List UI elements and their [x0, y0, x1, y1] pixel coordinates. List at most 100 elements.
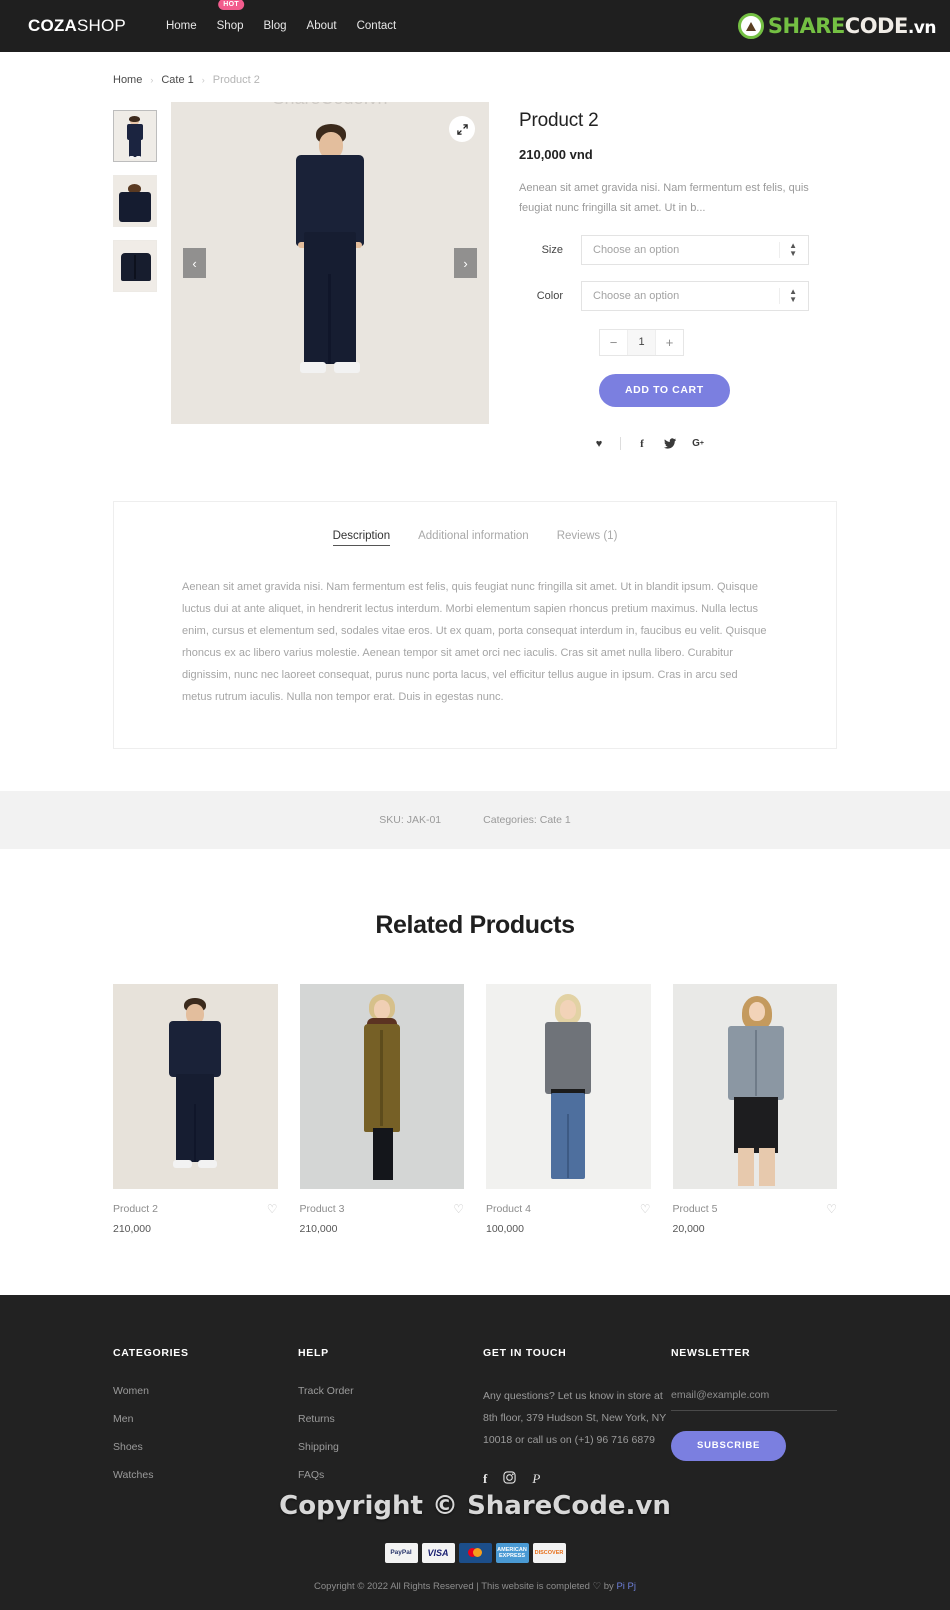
related-product-card[interactable]: Product 5 ♡ 20,000: [672, 983, 837, 1235]
thumbnail-1[interactable]: [113, 110, 157, 162]
footer-link-shipping[interactable]: Shipping: [298, 1441, 483, 1453]
footer-link-watches[interactable]: Watches: [113, 1469, 298, 1481]
product-sku: SKU: JAK-01: [379, 813, 442, 826]
footer-link-men[interactable]: Men: [113, 1413, 298, 1425]
breadcrumb-item-home[interactable]: Home: [113, 74, 142, 86]
watermark-part2: CODE: [844, 14, 909, 38]
related-products-section: Related Products Product 2 ♡ 210,000 Pro…: [0, 849, 950, 1295]
subscribe-button[interactable]: SUBSCRIBE: [671, 1430, 787, 1461]
image-watermark-text: ShareCode.vn: [272, 102, 387, 109]
sharecode-watermark-logo: SHARECODE.vn: [737, 13, 937, 39]
quantity-increase-button[interactable]: +: [656, 329, 683, 355]
related-product-price: 20,000: [672, 1222, 705, 1235]
size-select-value: Choose an option: [593, 243, 680, 256]
mastercard-icon: [458, 1542, 492, 1563]
twitter-icon[interactable]: [656, 435, 684, 453]
product-gallery: ShareCode.vn ‹ ›: [113, 102, 489, 453]
size-select[interactable]: Choose an option ▲ ▼: [581, 234, 809, 265]
footer-link-faqs[interactable]: FAQs: [298, 1469, 483, 1481]
tab-description[interactable]: Description: [332, 530, 391, 546]
footer-bottom: Copyright © ShareCode.vn PayPal VISA AME…: [0, 1491, 950, 1610]
footer-link-returns[interactable]: Returns: [298, 1413, 483, 1425]
nav-item-contact[interactable]: Contact: [357, 14, 397, 38]
nav-label: Home: [165, 20, 197, 32]
quantity-value[interactable]: 1: [627, 329, 656, 355]
related-product-price: 100,000: [486, 1222, 524, 1235]
footer-link-shoes[interactable]: Shoes: [113, 1441, 298, 1453]
related-product-name: Product 2: [113, 1202, 158, 1215]
newsletter-email-input[interactable]: [671, 1388, 837, 1411]
nav-label: Shop: [216, 20, 244, 32]
select-caret-icon: ▲ ▼: [779, 241, 797, 258]
breadcrumb-separator-icon: ›: [150, 75, 154, 85]
facebook-icon[interactable]: f: [628, 435, 656, 453]
expand-icon[interactable]: [449, 116, 475, 142]
footer-categories-title: CATEGORIES: [113, 1346, 189, 1359]
related-product-card[interactable]: Product 4 ♡ 100,000: [486, 983, 651, 1235]
carousel-prev-button[interactable]: ‹: [183, 248, 206, 278]
tab-additional-information[interactable]: Additional information: [418, 530, 529, 546]
heart-outline-icon[interactable]: ♡: [267, 1202, 278, 1216]
logo-light-text: SHOP: [76, 16, 126, 35]
product-tabs-card: Description Additional information Revie…: [113, 500, 837, 749]
pinterest-icon[interactable]: P: [532, 1471, 540, 1487]
instagram-icon[interactable]: [503, 1471, 516, 1487]
related-image-art-3: [486, 983, 651, 1189]
facebook-icon[interactable]: f: [483, 1471, 487, 1487]
quantity-stepper: − 1 +: [599, 328, 684, 356]
footer-social-row: f P: [483, 1471, 671, 1487]
breadcrumb-item-cate1[interactable]: Cate 1: [161, 74, 193, 86]
footer-link-track-order[interactable]: Track Order: [298, 1385, 483, 1397]
nav-item-about[interactable]: About: [307, 14, 337, 38]
carousel-next-button[interactable]: ›: [454, 248, 477, 278]
product-main-image[interactable]: ShareCode.vn ‹ ›: [171, 102, 489, 424]
color-label: Color: [536, 289, 563, 302]
footer-link-women[interactable]: Women: [113, 1385, 298, 1397]
related-product-image[interactable]: [672, 983, 837, 1189]
heart-outline-icon[interactable]: ♡: [826, 1202, 837, 1216]
payment-methods-row: PayPal VISA AMERICAN EXPRESS DISCOVER: [0, 1542, 950, 1563]
related-product-image[interactable]: [113, 983, 278, 1189]
related-image-art-1: [113, 983, 278, 1189]
copyright-line: Copyright © 2022 All Rights Reserved | T…: [0, 1581, 950, 1592]
related-product-card[interactable]: Product 3 ♡ 210,000: [299, 983, 464, 1235]
product-tabs: Description Additional information Revie…: [182, 530, 768, 546]
wishlist-heart-icon[interactable]: ♥: [585, 435, 613, 453]
nav-label: About: [306, 20, 337, 32]
heart-outline-icon[interactable]: ♡: [453, 1202, 464, 1216]
heart-outline-icon[interactable]: ♡: [640, 1202, 651, 1216]
nav-label: Blog: [263, 20, 287, 32]
hot-badge: HOT: [218, 0, 244, 10]
site-header: COZASHOP Home HOT Shop Blog About Contac…: [0, 0, 950, 52]
related-product-name: Product 3: [299, 1202, 345, 1215]
related-product-card[interactable]: Product 2 ♡ 210,000: [113, 983, 278, 1235]
nav-item-blog[interactable]: Blog: [264, 14, 287, 38]
nav-item-home[interactable]: Home: [166, 14, 197, 38]
thumbnail-2[interactable]: [113, 175, 157, 227]
google-plus-icon[interactable]: G +: [684, 435, 712, 453]
breadcrumb-separator-icon: ›: [201, 75, 205, 85]
footer-column-categories: CATEGORIES Women Men Shoes Watches: [113, 1347, 298, 1497]
product-categories: Categories: Cate 1: [483, 813, 571, 826]
visa-icon: VISA: [421, 1542, 455, 1563]
related-product-image[interactable]: [486, 983, 651, 1189]
footer-column-get-in-touch: GET IN TOUCH Any questions? Let us know …: [483, 1347, 671, 1497]
footer-help-title: HELP: [298, 1346, 329, 1359]
add-to-cart-button[interactable]: ADD TO CART: [599, 373, 730, 407]
site-footer: CATEGORIES Women Men Shoes Watches HELP …: [0, 1294, 950, 1610]
nav-item-shop[interactable]: HOT Shop: [216, 0, 244, 38]
tab-reviews[interactable]: Reviews (1): [557, 530, 618, 546]
color-select-value: Choose an option: [593, 289, 680, 302]
color-select[interactable]: Choose an option ▲ ▼: [581, 280, 809, 311]
related-product-name: Product 5: [672, 1202, 718, 1215]
related-product-image[interactable]: [299, 983, 464, 1189]
copyright-author-link[interactable]: Pi Pj: [616, 1581, 636, 1592]
sharecode-recycle-icon: [737, 13, 764, 39]
thumbnail-3[interactable]: [113, 240, 157, 292]
main-navigation: Home HOT Shop Blog About Contact: [166, 0, 397, 38]
related-image-art-2: [299, 983, 464, 1189]
product-title: Product 2: [519, 110, 599, 131]
quantity-decrease-button[interactable]: −: [600, 329, 627, 355]
expand-arrows-icon: [456, 123, 468, 135]
site-logo[interactable]: COZASHOP: [28, 16, 126, 36]
